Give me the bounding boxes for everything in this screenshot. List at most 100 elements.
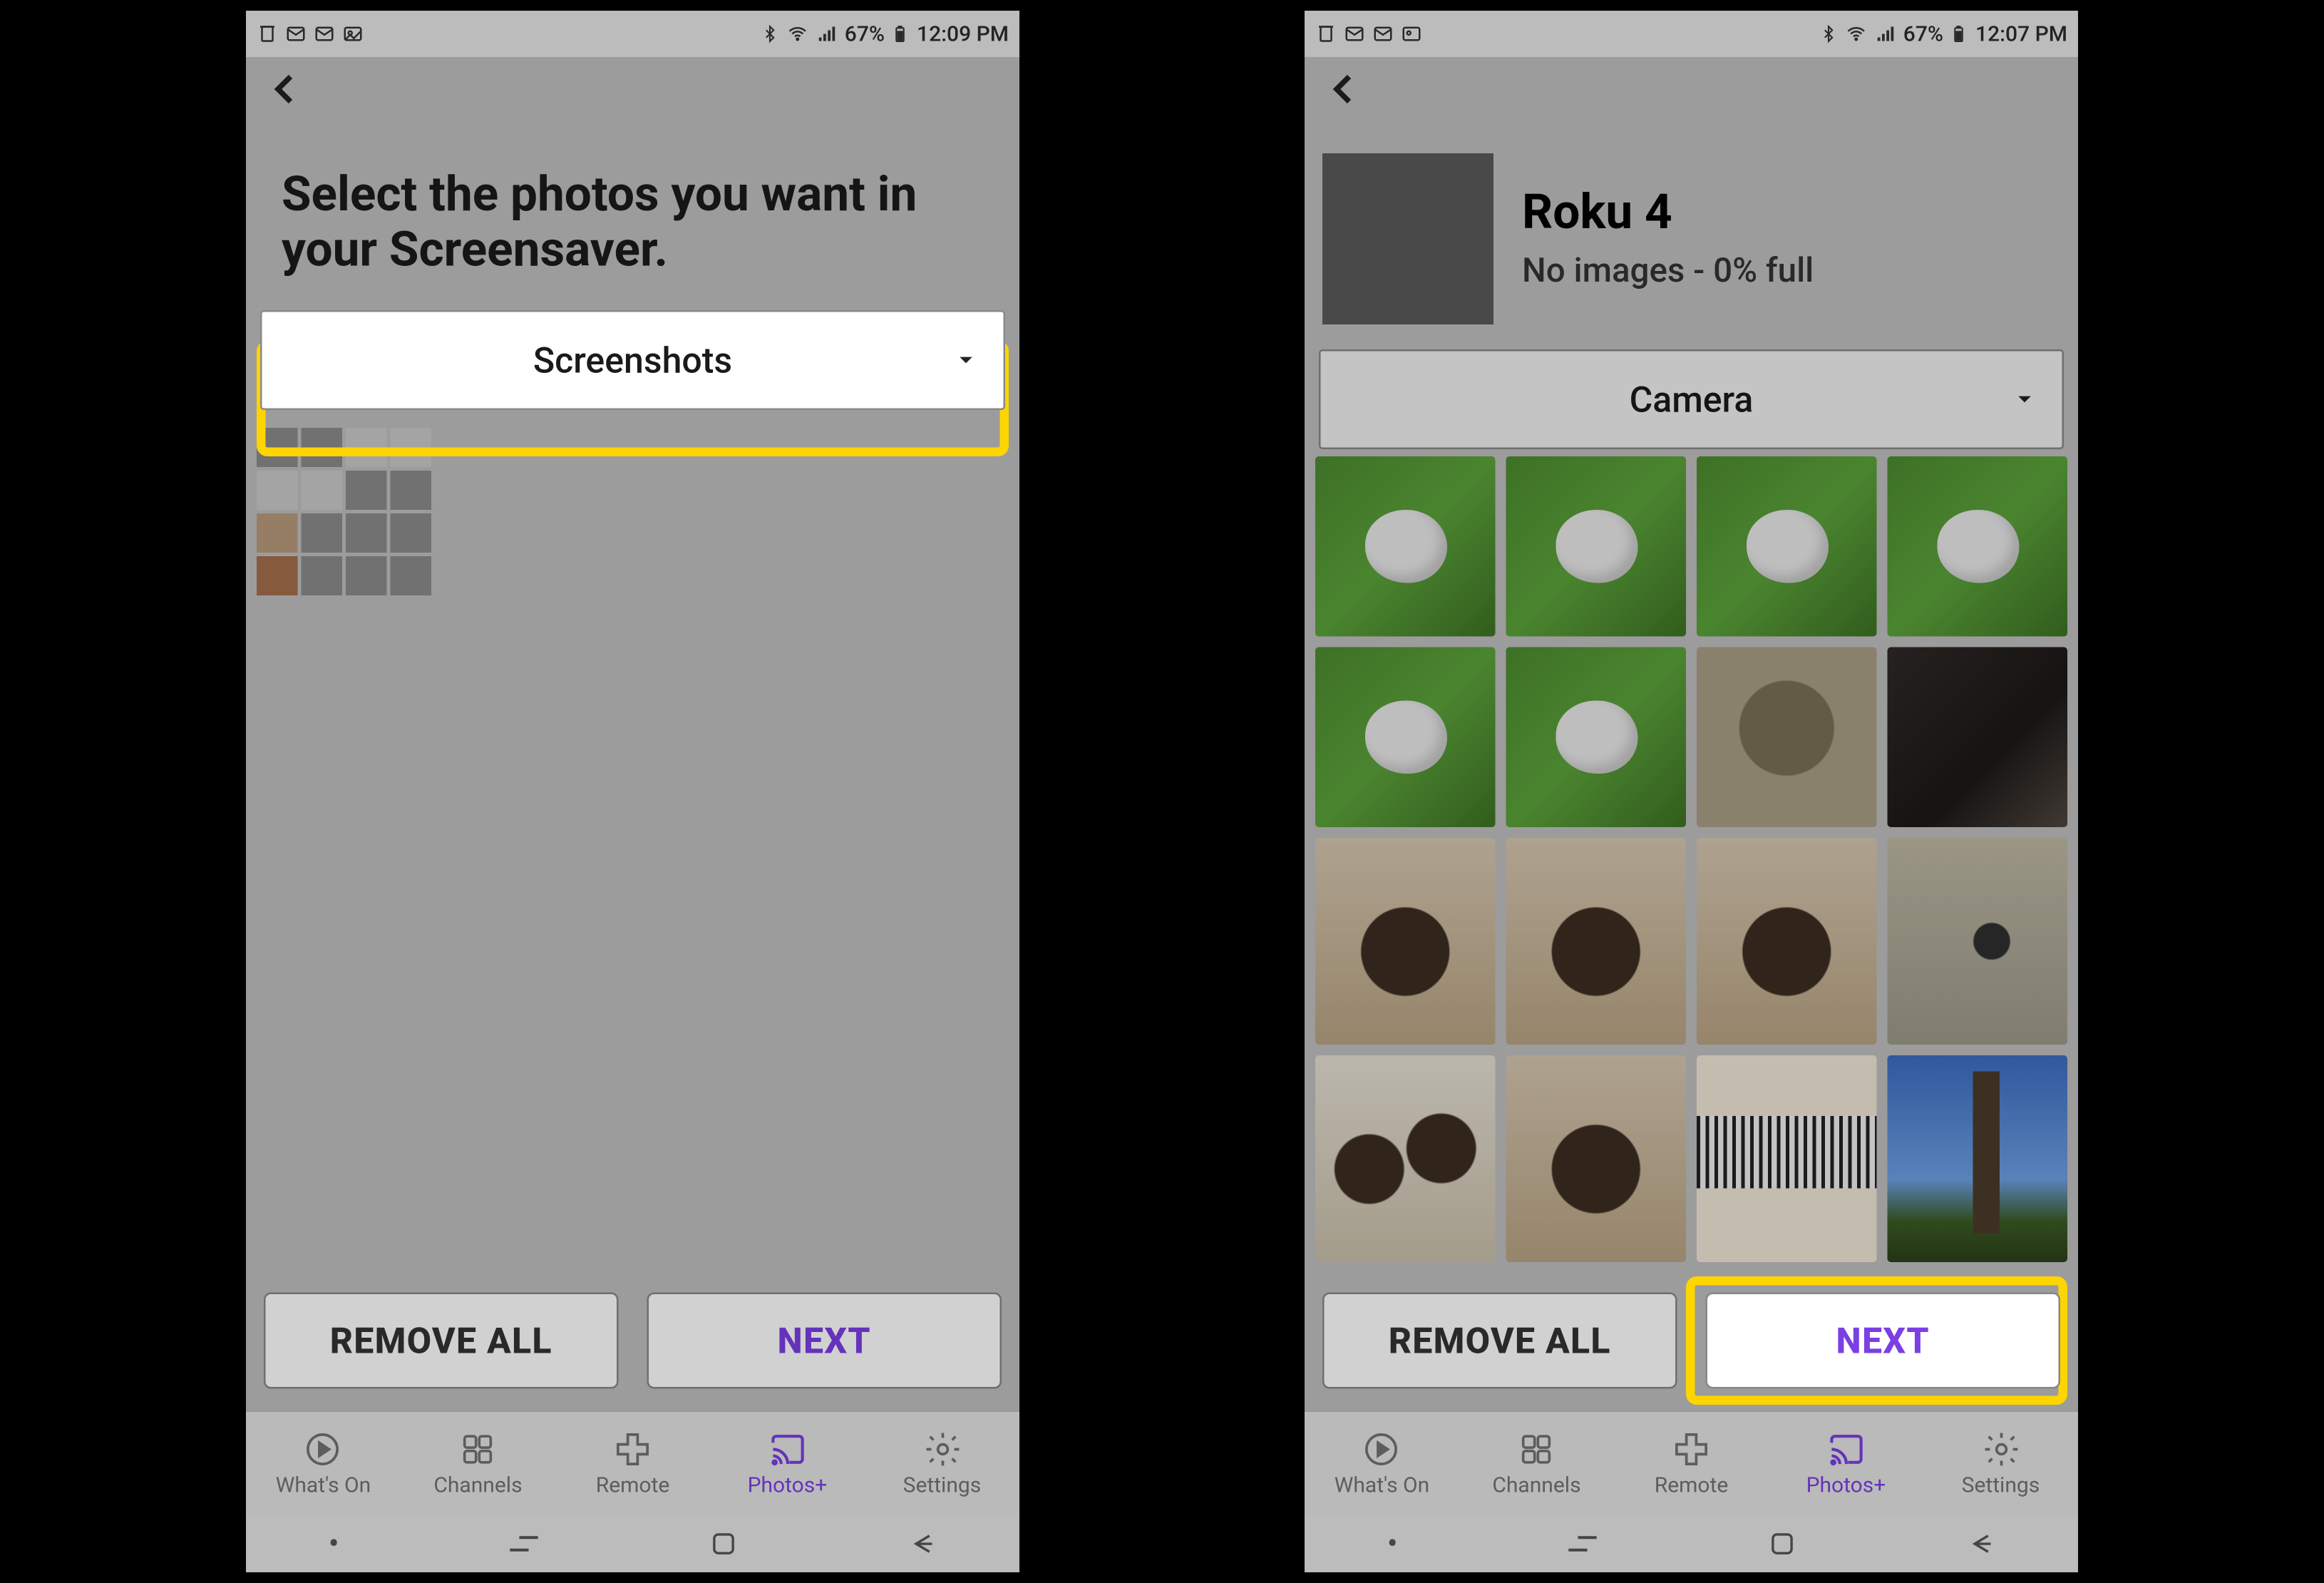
battery-icon [1950,21,1968,46]
photo-tile[interactable] [1697,1055,1877,1262]
back-icon[interactable] [1322,68,1365,111]
action-row: REMOVE ALL NEXT [246,1268,1019,1410]
bottom-nav: What's On Channels Remote Photos+ Settin… [1305,1410,2078,1516]
clock: 12:07 PM [1975,21,2067,46]
photo-grid-area [1305,449,2078,1268]
dpad-icon [1672,1430,1711,1469]
softkey-dot[interactable]: • [329,1525,339,1563]
photo-icon [342,24,364,45]
nav-photos[interactable]: Photos+ [1769,1412,1923,1515]
photo-tile[interactable] [1315,1055,1496,1262]
play-circle-icon [304,1430,343,1469]
device-thumb [1322,153,1493,324]
album-dropdown-label: Camera [1630,378,1754,421]
mail-icon [1372,24,1394,45]
photo-tile[interactable] [1888,838,2068,1045]
photo-tile[interactable] [1315,456,1496,637]
recent-apps-icon[interactable] [504,1532,543,1557]
nav-whats-on[interactable]: What's On [1305,1412,1459,1515]
bluetooth-icon [761,24,778,45]
battery-icon [892,21,910,46]
page-title: Select the photos you want in your Scree… [246,118,1019,310]
mail-icon [285,24,307,45]
softkeys: • [1305,1515,2078,1572]
photo-tile[interactable] [1888,1055,2068,1262]
photo-tile[interactable] [1697,647,1877,828]
nav-channels[interactable]: Channels [1459,1412,1614,1515]
photo-tile[interactable] [1697,838,1877,1045]
recent-apps-icon[interactable] [1563,1532,1602,1557]
device-status: No images - 0% full [1522,250,1814,292]
cast-icon [768,1430,807,1469]
mail-icon [1344,24,1365,45]
photo-grid [1315,456,2067,1268]
action-row: REMOVE ALL NEXT [1305,1268,2078,1410]
photo-tile[interactable] [1506,647,1687,828]
nav-settings[interactable]: Settings [865,1412,1019,1515]
bluetooth-icon [1819,24,1837,45]
next-button[interactable]: NEXT [1706,1293,2061,1389]
back-softkey-icon[interactable] [1963,1528,1995,1560]
mail-icon [314,24,335,45]
device-header: Roku 4 No images - 0% full [1305,118,2078,349]
nav-channels[interactable]: Channels [401,1412,555,1515]
photo-tile[interactable] [1315,838,1496,1045]
grid-icon [458,1430,498,1469]
status-bar: 67% 12:07 PM [1305,11,2078,57]
photo-icon [1401,24,1422,45]
play-circle-icon [1362,1430,1402,1469]
home-icon[interactable] [1767,1528,1799,1560]
device-name: Roku 4 [1522,187,1814,240]
grid-icon [1517,1430,1556,1469]
chevron-down-icon [954,348,979,373]
back-row [1305,57,2078,118]
album-dropdown[interactable]: Camera [1319,349,2064,449]
chevron-down-icon [2012,387,2037,412]
album-dropdown-wrap: Screenshots [246,310,1019,410]
next-button[interactable]: NEXT [647,1293,1002,1389]
bottom-nav: What's On Channels Remote Photos+ Settin… [246,1410,1019,1516]
phone-right: 67% 12:07 PM Roku 4 No images - 0% full … [1305,11,2078,1572]
signal-icon [816,24,838,45]
remove-all-button[interactable]: REMOVE ALL [264,1293,619,1389]
delete-icon [1315,24,1337,45]
photo-tile[interactable] [1506,1055,1687,1262]
dpad-icon [613,1430,652,1469]
photo-tile[interactable] [1315,647,1496,828]
back-softkey-icon[interactable] [905,1528,937,1560]
cast-icon [1826,1430,1866,1469]
wifi-icon [786,24,809,45]
photo-tile[interactable] [1697,456,1877,637]
album-thumb[interactable] [257,428,431,595]
delete-icon [257,24,278,45]
album-dropdown[interactable]: Screenshots [260,310,1005,410]
photo-tile[interactable] [1888,456,2068,637]
home-icon[interactable] [708,1528,740,1560]
photo-tile[interactable] [1888,647,2068,828]
photo-tile[interactable] [1506,838,1687,1045]
photo-area [246,410,1019,1267]
gear-icon [1981,1430,2020,1469]
signal-icon [1875,24,1896,45]
back-row [246,57,1019,118]
album-dropdown-label: Screenshots [533,339,732,381]
nav-photos[interactable]: Photos+ [710,1412,865,1515]
phone-left: 67% 12:09 PM Select the photos you want … [246,11,1019,1572]
album-dropdown-wrap: Camera [1305,349,2078,449]
softkey-dot[interactable]: • [1387,1525,1398,1563]
battery-pct: 67% [845,21,885,46]
nav-remote[interactable]: Remote [1614,1412,1769,1515]
clock: 12:09 PM [917,21,1009,46]
nav-whats-on[interactable]: What's On [246,1412,401,1515]
wifi-icon [1844,24,1868,45]
nav-settings[interactable]: Settings [1923,1412,2078,1515]
status-bar: 67% 12:09 PM [246,11,1019,57]
device-info: Roku 4 No images - 0% full [1522,187,1814,292]
remove-all-button[interactable]: REMOVE ALL [1322,1293,1677,1389]
battery-pct: 67% [1903,21,1943,46]
nav-remote[interactable]: Remote [555,1412,710,1515]
gear-icon [922,1430,962,1469]
photo-tile[interactable] [1506,456,1687,637]
back-icon[interactable] [264,68,307,111]
softkeys: • [246,1515,1019,1572]
